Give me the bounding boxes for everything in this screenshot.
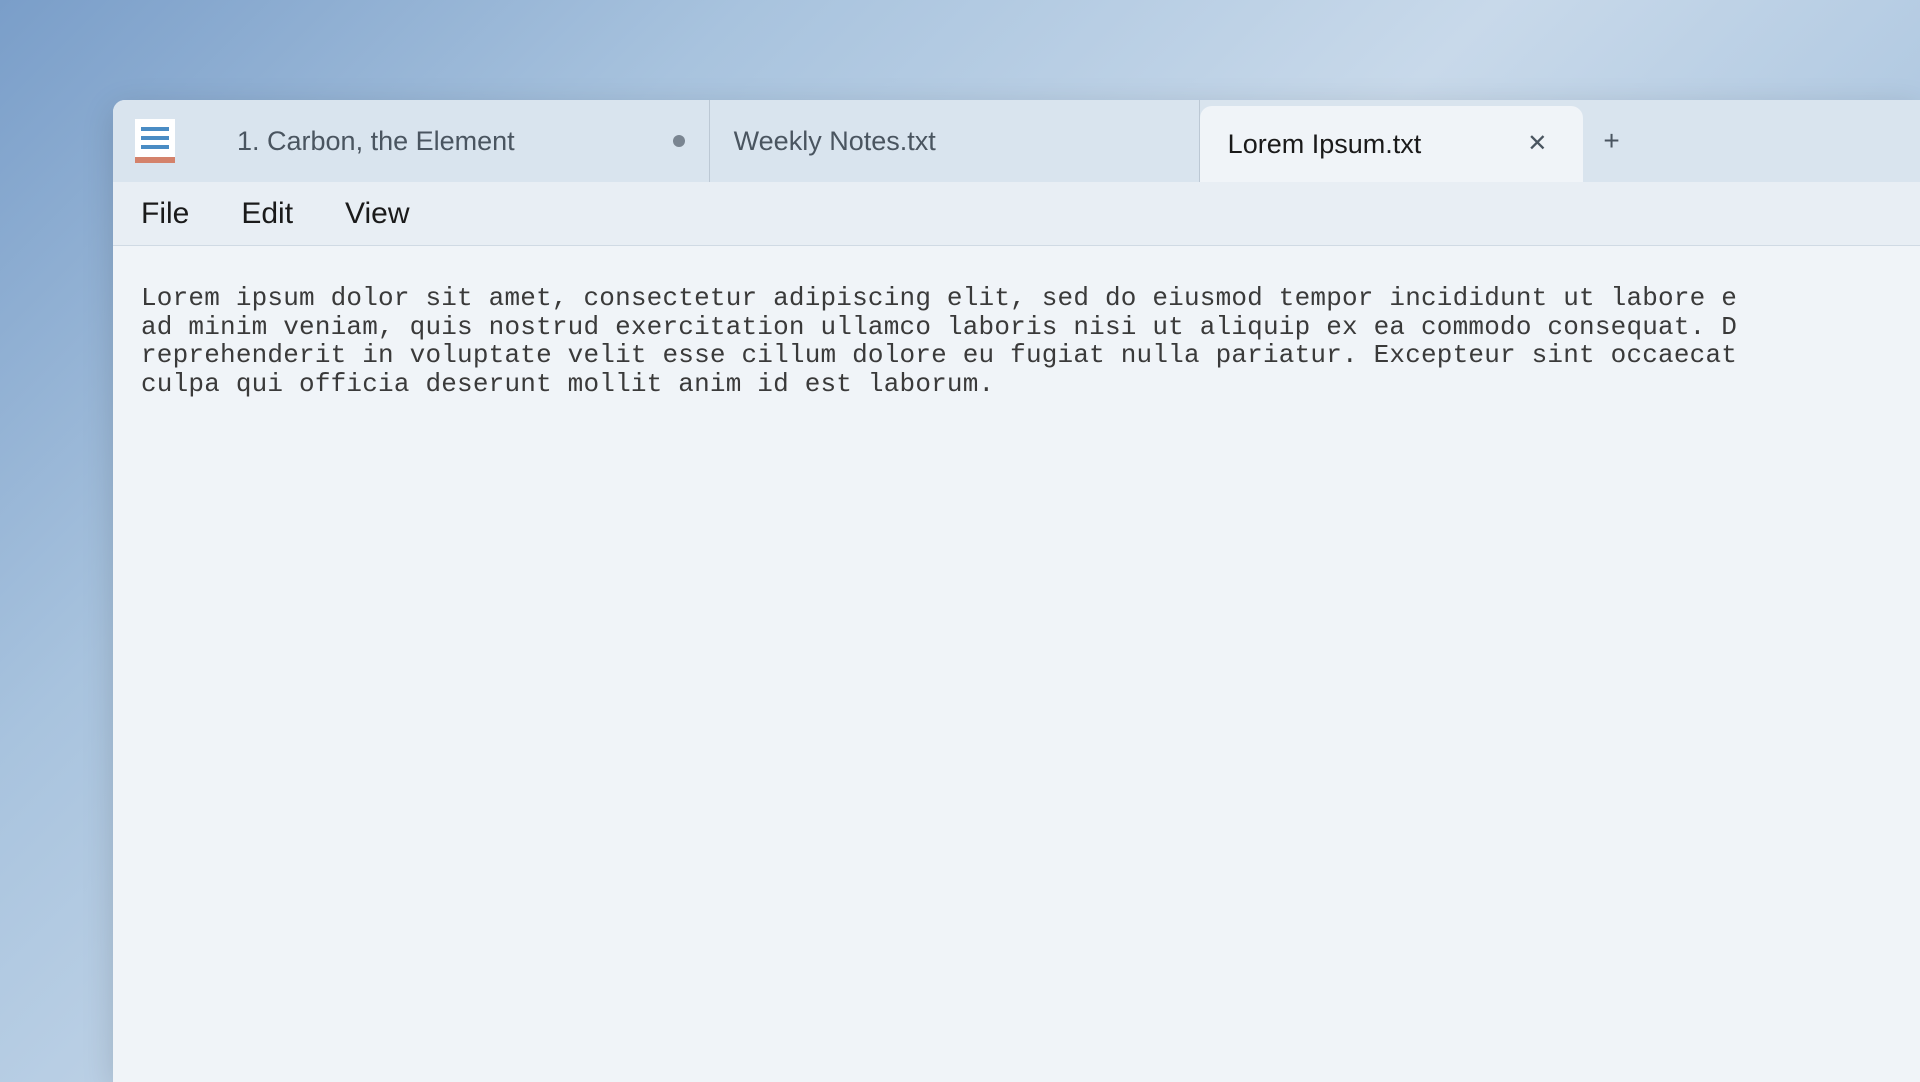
close-tab-icon[interactable]: ✕: [1519, 128, 1555, 160]
menubar: File Edit View: [113, 182, 1920, 246]
new-tab-button[interactable]: +: [1583, 100, 1639, 182]
notepad-icon: [135, 119, 175, 163]
tab-label: 1. Carbon, the Element: [237, 126, 515, 157]
notepad-window: 1. Carbon, the Element Weekly Notes.txt …: [113, 100, 1920, 1082]
titlebar: 1. Carbon, the Element Weekly Notes.txt …: [113, 100, 1920, 182]
plus-icon: +: [1603, 125, 1619, 157]
menu-file[interactable]: File: [141, 197, 189, 231]
tab-label: Weekly Notes.txt: [734, 126, 936, 157]
unsaved-indicator-icon: [673, 135, 685, 147]
tab-carbon-element[interactable]: 1. Carbon, the Element: [213, 100, 710, 182]
menu-view[interactable]: View: [345, 197, 409, 231]
tab-strip: 1. Carbon, the Element Weekly Notes.txt …: [213, 100, 1920, 182]
text-editor[interactable]: Lorem ipsum dolor sit amet, consectetur …: [113, 246, 1920, 1082]
tab-lorem-ipsum[interactable]: Lorem Ipsum.txt ✕: [1200, 106, 1584, 182]
menu-edit[interactable]: Edit: [241, 197, 293, 231]
tab-label: Lorem Ipsum.txt: [1228, 129, 1422, 160]
tab-weekly-notes[interactable]: Weekly Notes.txt: [710, 100, 1200, 182]
